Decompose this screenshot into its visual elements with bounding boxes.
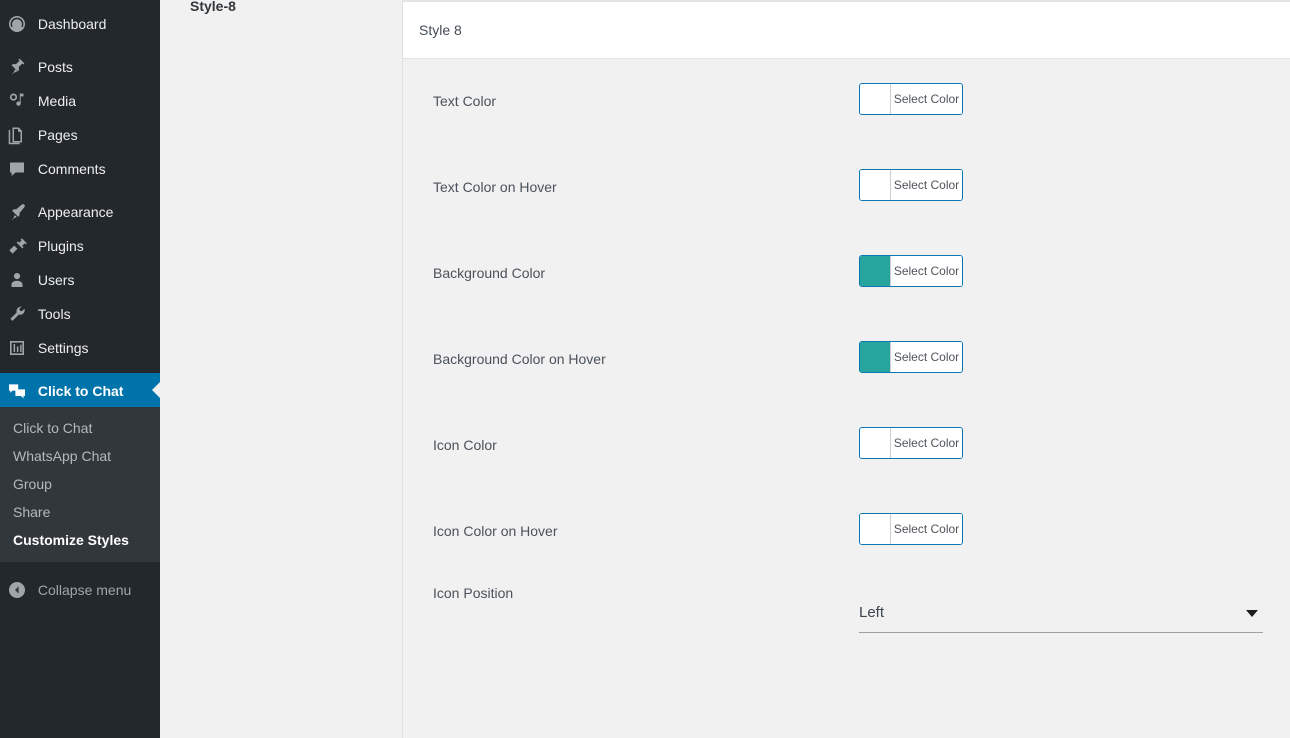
select-color-label: Select Color bbox=[891, 342, 962, 372]
field-row-text-color-hover: Text Color on Hover Select Color bbox=[403, 145, 1290, 231]
admin-sidebar: Dashboard Posts Media Pages Comments App… bbox=[0, 0, 160, 738]
sidebar-item-label: Media bbox=[37, 93, 77, 110]
icon-position-select[interactable]: Left bbox=[859, 597, 1263, 633]
sidebar-item-label: Click to Chat bbox=[37, 383, 124, 400]
text-color-hover-picker-button[interactable]: Select Color bbox=[859, 169, 963, 201]
text-color-picker-button[interactable]: Select Color bbox=[859, 83, 963, 115]
color-swatch[interactable] bbox=[860, 256, 891, 286]
sidebar-item-click-to-chat[interactable]: Click to Chat bbox=[0, 373, 160, 407]
sidebar-item-label: Users bbox=[37, 272, 75, 289]
field-row-background-color-hover: Background Color on Hover Select Color bbox=[403, 317, 1290, 403]
submenu-item-label: Group bbox=[13, 476, 52, 492]
style-settings-panel: Style 8 Text Color Select Color Text Col… bbox=[402, 2, 1290, 738]
wordpress-admin-screen: Dashboard Posts Media Pages Comments App… bbox=[0, 0, 1290, 738]
field-control: Select Color bbox=[859, 513, 963, 549]
sidebar-item-label: Plugins bbox=[37, 238, 84, 255]
field-label: Text Color bbox=[433, 93, 497, 109]
icon-position-selected-value: Left bbox=[859, 604, 885, 621]
sidebar-item-label: Pages bbox=[37, 127, 78, 144]
field-row-text-color: Text Color Select Color bbox=[403, 59, 1290, 145]
submenu-item-label: Share bbox=[13, 504, 51, 520]
pages-icon bbox=[0, 125, 34, 145]
field-label: Icon Position bbox=[433, 585, 514, 601]
paintbrush-icon bbox=[0, 202, 34, 222]
field-control: Select Color bbox=[859, 255, 963, 291]
sidebar-item-settings[interactable]: Settings bbox=[0, 330, 160, 364]
chat-bubbles-icon bbox=[0, 381, 34, 401]
submenu-item-label: Click to Chat bbox=[13, 420, 93, 436]
collapse-arrow-icon bbox=[0, 580, 34, 600]
chevron-down-icon bbox=[1246, 610, 1258, 617]
submenu-item-customize-styles[interactable]: Customize Styles bbox=[0, 526, 160, 554]
field-label: Text Color on Hover bbox=[433, 179, 557, 195]
field-control: Select Color bbox=[859, 83, 963, 119]
sidebar-item-comments[interactable]: Comments bbox=[0, 151, 160, 185]
style-tab-style-8[interactable]: Style-8 bbox=[190, 0, 236, 16]
field-control: Select Color bbox=[859, 341, 963, 377]
select-color-label: Select Color bbox=[891, 514, 962, 544]
color-swatch[interactable] bbox=[860, 170, 891, 200]
submenu-item-label: WhatsApp Chat bbox=[13, 448, 112, 464]
submenu-item-label: Customize Styles bbox=[13, 532, 129, 548]
panel-header: Style 8 bbox=[403, 2, 1290, 59]
icon-color-hover-picker-button[interactable]: Select Color bbox=[859, 513, 963, 545]
field-row-icon-position: Icon Position Left bbox=[403, 575, 1290, 675]
style-tab-label: Style-8 bbox=[190, 0, 236, 14]
sidebar-item-label: Posts bbox=[37, 59, 73, 76]
color-swatch[interactable] bbox=[860, 342, 891, 372]
submenu-item-whatsapp-chat[interactable]: WhatsApp Chat bbox=[0, 442, 160, 470]
color-swatch[interactable] bbox=[860, 84, 891, 114]
select-color-label: Select Color bbox=[891, 428, 962, 458]
sidebar-item-dashboard[interactable]: Dashboard bbox=[0, 6, 160, 40]
dashboard-icon bbox=[0, 14, 34, 34]
field-row-icon-color: Icon Color Select Color bbox=[403, 403, 1290, 489]
select-color-label: Select Color bbox=[891, 84, 962, 114]
field-control: Select Color bbox=[859, 169, 963, 205]
collapse-menu-button[interactable]: Collapse menu bbox=[0, 572, 160, 606]
select-color-label: Select Color bbox=[891, 170, 962, 200]
field-label: Background Color on Hover bbox=[433, 351, 606, 367]
color-swatch[interactable] bbox=[860, 514, 891, 544]
sidebar-item-label: Tools bbox=[37, 306, 71, 323]
pin-icon bbox=[0, 57, 34, 77]
sidebar-item-tools[interactable]: Tools bbox=[0, 296, 160, 330]
media-icon bbox=[0, 91, 34, 111]
comments-icon bbox=[0, 159, 34, 179]
style-list-column: Style-8 bbox=[160, 0, 402, 738]
user-icon bbox=[0, 270, 34, 290]
plug-icon bbox=[0, 236, 34, 256]
field-row-icon-color-hover: Icon Color on Hover Select Color bbox=[403, 489, 1290, 575]
background-color-picker-button[interactable]: Select Color bbox=[859, 255, 963, 287]
sidebar-item-pages[interactable]: Pages bbox=[0, 117, 160, 151]
submenu-item-click-to-chat[interactable]: Click to Chat bbox=[0, 414, 160, 442]
icon-color-picker-button[interactable]: Select Color bbox=[859, 427, 963, 459]
sidebar-item-appearance[interactable]: Appearance bbox=[0, 194, 160, 228]
submenu-item-group[interactable]: Group bbox=[0, 470, 160, 498]
field-label: Icon Color on Hover bbox=[433, 523, 558, 539]
settings-icon bbox=[0, 338, 34, 358]
color-swatch[interactable] bbox=[860, 428, 891, 458]
sidebar-item-label: Appearance bbox=[37, 204, 114, 221]
submenu-item-share[interactable]: Share bbox=[0, 498, 160, 526]
click-to-chat-submenu: Click to Chat WhatsApp Chat Group Share … bbox=[0, 407, 160, 562]
field-control: Select Color bbox=[859, 427, 963, 463]
page-title: Style 8 bbox=[419, 22, 462, 38]
field-label: Icon Color bbox=[433, 437, 497, 453]
sidebar-item-label: Settings bbox=[37, 340, 89, 357]
select-color-label: Select Color bbox=[891, 256, 962, 286]
sidebar-item-label: Dashboard bbox=[37, 16, 107, 33]
collapse-menu-label: Collapse menu bbox=[37, 582, 132, 599]
sidebar-item-posts[interactable]: Posts bbox=[0, 49, 160, 83]
sidebar-item-media[interactable]: Media bbox=[0, 83, 160, 117]
wrench-icon bbox=[0, 304, 34, 324]
panel-body: Text Color Select Color Text Color on Ho… bbox=[403, 59, 1290, 738]
active-menu-arrow-icon bbox=[152, 382, 160, 398]
sidebar-item-plugins[interactable]: Plugins bbox=[0, 228, 160, 262]
field-row-background-color: Background Color Select Color bbox=[403, 231, 1290, 317]
background-color-hover-picker-button[interactable]: Select Color bbox=[859, 341, 963, 373]
sidebar-item-label: Comments bbox=[37, 161, 106, 178]
sidebar-item-users[interactable]: Users bbox=[0, 262, 160, 296]
field-label: Background Color bbox=[433, 265, 546, 281]
